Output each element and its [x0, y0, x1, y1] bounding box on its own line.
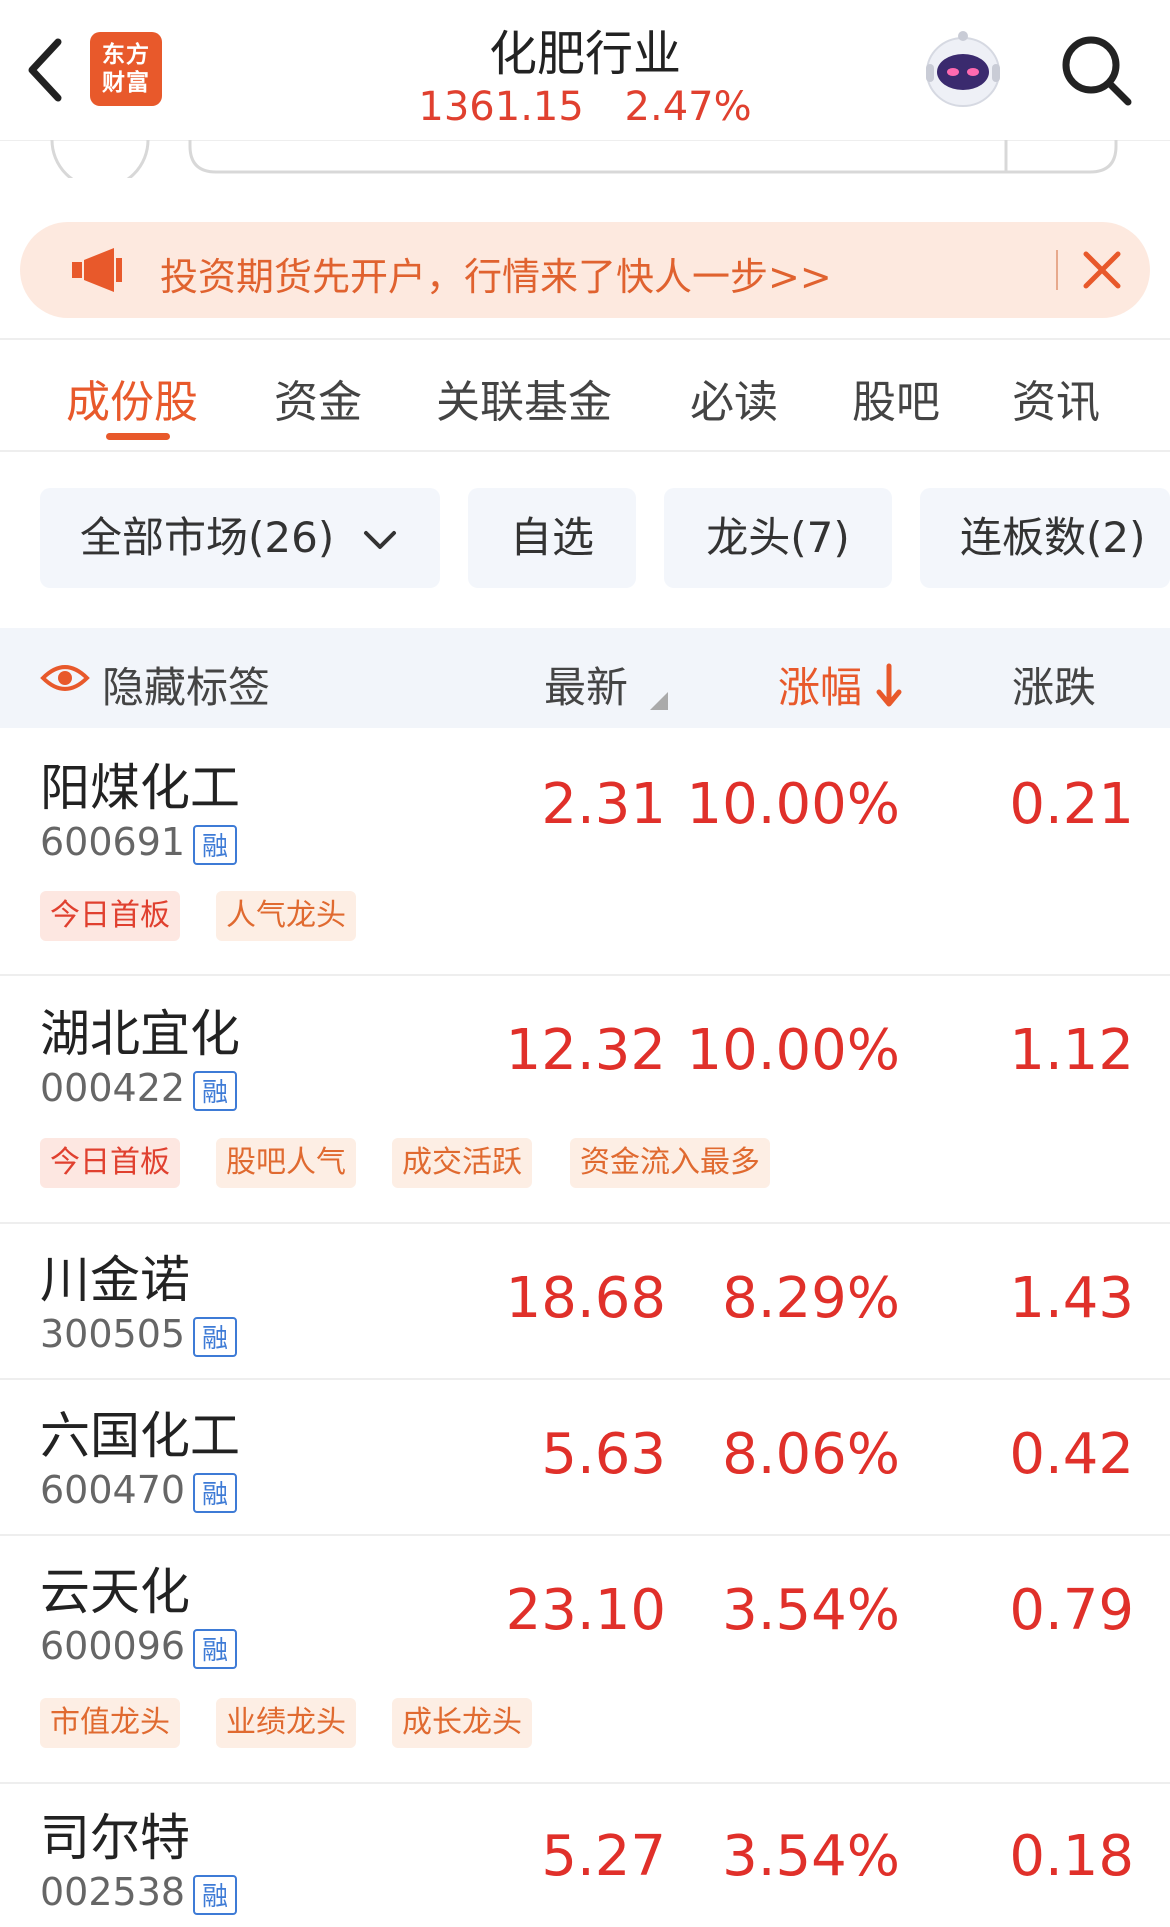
stock-code-line: 000422 融: [40, 1066, 238, 1111]
search-button[interactable]: [1056, 30, 1136, 110]
change-value: 0.79: [1009, 1578, 1134, 1643]
change-pct-value: 3.54%: [722, 1578, 900, 1643]
column-latest[interactable]: 最新: [544, 654, 628, 715]
chevron-down-icon: [363, 530, 396, 549]
stock-code: 600096: [40, 1624, 186, 1668]
price-value: 18.68: [505, 1266, 666, 1331]
megaphone-icon: [70, 244, 126, 296]
close-icon[interactable]: [1076, 244, 1128, 296]
column-change[interactable]: 涨跌: [1012, 654, 1096, 715]
margin-badge: 融: [193, 1874, 238, 1915]
price-value: 23.10: [505, 1578, 666, 1643]
change-value: 0.21: [1009, 772, 1134, 837]
arrow-down-icon: [876, 663, 902, 707]
stock-name: 湖北宜化: [40, 1005, 240, 1063]
column-change-pct[interactable]: 涨幅: [778, 654, 903, 715]
stock-code-line: 600691 融: [40, 820, 238, 865]
stock-code: 600691: [40, 820, 186, 864]
margin-badge: 融: [193, 824, 238, 865]
tag-label: 市值龙头: [40, 1698, 180, 1748]
change-pct-value: 8.29%: [722, 1266, 900, 1331]
stock-code: 300505: [40, 1312, 186, 1356]
tab-constituents[interactable]: 成份股: [66, 366, 198, 430]
filter-watchlist[interactable]: 自选: [468, 488, 636, 588]
section-divider: [0, 338, 1170, 340]
stock-name: 六国化工: [40, 1407, 240, 1465]
filter-consecutive-limit[interactable]: 连板数(2): [920, 488, 1170, 588]
table-row[interactable]: 六国化工 600470 融 5.63 8.06% 0.42: [0, 1380, 1170, 1536]
hide-tags-toggle[interactable]: 隐藏标签: [102, 654, 270, 715]
margin-badge: 融: [193, 1070, 238, 1111]
change-value: 0.42: [1009, 1422, 1134, 1487]
stock-name: 云天化: [40, 1563, 190, 1621]
table-row[interactable]: 云天化 600096 融 23.10 3.54% 0.79 市值龙头 业绩龙头 成…: [0, 1536, 1170, 1784]
stock-name: 司尔特: [40, 1809, 190, 1867]
stock-code-line: 300505 融: [40, 1312, 238, 1357]
change-pct-value: 8.06%: [722, 1422, 900, 1487]
search-icon: [1062, 36, 1132, 106]
filter-leaders[interactable]: 龙头(7): [664, 488, 892, 588]
change-value: 1.12: [1009, 1018, 1134, 1083]
change-pct-value: 10.00%: [686, 772, 900, 837]
top-header: 东方 财富 化肥行业 1361.15 2.47%: [0, 0, 1170, 141]
banner-text[interactable]: 投资期货先开户，行情来了快人一步>>: [160, 246, 832, 301]
tag-label: 资金流入最多: [570, 1138, 770, 1188]
change-pct-value: 10.00%: [686, 1018, 900, 1083]
price-value: 2.31: [541, 772, 666, 837]
index-change: 2.47%: [624, 84, 752, 130]
tabs-divider: [0, 450, 1170, 452]
table-row[interactable]: 湖北宜化 000422 融 12.32 10.00% 1.12 今日首板 股吧人气…: [0, 976, 1170, 1224]
tag-label: 成交活跃: [392, 1138, 532, 1188]
tab-funds-flow[interactable]: 资金: [274, 366, 362, 430]
stock-code-line: 600096 融: [40, 1624, 238, 1669]
change-value: 0.18: [1009, 1824, 1134, 1889]
promo-banner[interactable]: 投资期货先开户，行情来了快人一步>>: [20, 222, 1150, 318]
stock-code-line: 600470 融: [40, 1468, 238, 1513]
assistant-robot-icon[interactable]: [918, 26, 1008, 116]
table-row[interactable]: 川金诺 300505 融 18.68 8.29% 1.43: [0, 1224, 1170, 1380]
stock-code: 000422: [40, 1066, 186, 1110]
tag-label: 人气龙头: [216, 891, 356, 941]
tag-label: 成长龙头: [392, 1698, 532, 1748]
tab-must-read[interactable]: 必读: [690, 366, 778, 430]
tag-label: 业绩龙头: [216, 1698, 356, 1748]
active-tab-indicator: [106, 433, 170, 440]
margin-badge: 融: [193, 1316, 238, 1357]
filter-all-markets[interactable]: 全部市场(26): [40, 488, 440, 588]
tab-forum[interactable]: 股吧: [852, 366, 940, 430]
tag-label: 股吧人气: [216, 1138, 356, 1188]
change-pct-value: 3.54%: [722, 1824, 900, 1889]
tag-label: 今日首板: [40, 1138, 180, 1188]
stock-code: 002538: [40, 1870, 186, 1914]
change-value: 1.43: [1009, 1266, 1134, 1331]
index-value: 1361.15: [418, 84, 584, 130]
margin-badge: 融: [193, 1628, 238, 1669]
table-row[interactable]: 司尔特 002538 融 5.27 3.54% 0.18: [0, 1784, 1170, 1927]
margin-badge: 融: [193, 1472, 238, 1513]
scrolled-search-bar: [0, 140, 1170, 178]
table-row[interactable]: 阳煤化工 600691 融 2.31 10.00% 0.21 今日首板 人气龙头: [0, 728, 1170, 976]
price-value: 5.27: [541, 1824, 666, 1889]
stock-name: 阳煤化工: [40, 759, 240, 817]
tag-label: 今日首板: [40, 891, 180, 941]
eye-icon[interactable]: [40, 660, 90, 700]
price-value: 5.63: [541, 1422, 666, 1487]
sort-corner-icon: [648, 690, 668, 714]
tab-news[interactable]: 资讯: [1012, 366, 1100, 430]
stock-name: 川金诺: [40, 1251, 190, 1309]
stock-code: 600470: [40, 1468, 186, 1512]
banner-divider: [1056, 250, 1058, 290]
stock-code-line: 002538 融: [40, 1870, 238, 1915]
price-value: 12.32: [505, 1018, 666, 1083]
tab-related-funds[interactable]: 关联基金: [436, 366, 612, 430]
